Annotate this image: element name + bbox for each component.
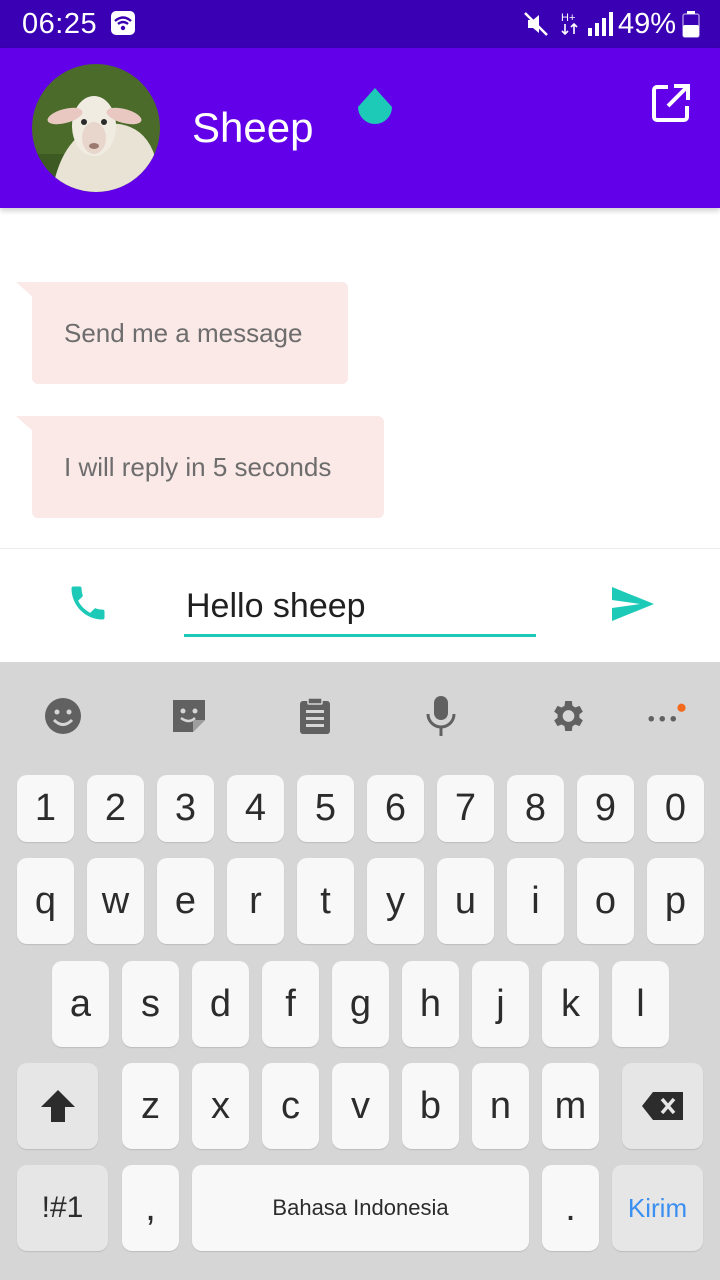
key-q[interactable]: q: [17, 858, 74, 944]
key-f[interactable]: f: [262, 961, 319, 1047]
key-u[interactable]: u: [437, 858, 494, 944]
key-n[interactable]: n: [472, 1063, 529, 1149]
emoji-icon[interactable]: [41, 694, 85, 738]
key-3[interactable]: 3: [157, 775, 214, 842]
shift-key[interactable]: [17, 1063, 98, 1149]
key-s[interactable]: s: [122, 961, 179, 1047]
key-t[interactable]: t: [297, 858, 354, 944]
microphone-icon[interactable]: [419, 694, 463, 738]
message-text: Send me a message: [64, 317, 303, 348]
svg-text:H+: H+: [561, 12, 575, 24]
send-icon[interactable]: [608, 579, 658, 629]
key-1[interactable]: 1: [17, 775, 74, 842]
key-6[interactable]: 6: [367, 775, 424, 842]
shift-icon: [40, 1090, 75, 1122]
message-composer: [0, 548, 720, 662]
signal-icon: [586, 10, 614, 43]
message-input[interactable]: [184, 585, 536, 637]
key-i[interactable]: i: [507, 858, 564, 944]
key-m[interactable]: m: [542, 1063, 599, 1149]
send-key[interactable]: Kirim: [612, 1165, 703, 1251]
key-5[interactable]: 5: [297, 775, 354, 842]
wifi-icon: [110, 10, 136, 41]
battery-percentage: 49%: [617, 8, 676, 40]
message-text: I will reply in 5 seconds: [64, 451, 332, 482]
key-8[interactable]: 8: [507, 775, 564, 842]
key-w[interactable]: w: [87, 858, 144, 944]
key-v[interactable]: v: [332, 1063, 389, 1149]
clipboard-icon[interactable]: [293, 694, 337, 738]
status-time: 06:25: [22, 8, 98, 40]
data-arrows-icon: H+: [560, 10, 580, 43]
symbols-key[interactable]: !#1: [17, 1165, 108, 1251]
key-9[interactable]: 9: [577, 775, 634, 842]
key-a[interactable]: a: [52, 961, 109, 1047]
backspace-icon: [641, 1092, 683, 1120]
key-h[interactable]: h: [402, 961, 459, 1047]
phone-icon[interactable]: [66, 581, 110, 625]
key-j[interactable]: j: [472, 961, 529, 1047]
mute-icon: [522, 10, 550, 43]
sheep-avatar[interactable]: [32, 64, 160, 192]
key-4[interactable]: 4: [227, 775, 284, 842]
key-z[interactable]: z: [122, 1063, 179, 1149]
open-in-new-icon[interactable]: [650, 82, 692, 124]
sticker-icon[interactable]: [167, 694, 211, 738]
space-key[interactable]: Bahasa Indonesia: [192, 1165, 529, 1251]
key-p[interactable]: p: [647, 858, 704, 944]
key-7[interactable]: 7: [437, 775, 494, 842]
comma-key[interactable]: ,: [122, 1165, 179, 1251]
key-o[interactable]: o: [577, 858, 634, 944]
message-bubble: I will reply in 5 seconds: [32, 416, 384, 518]
key-r[interactable]: r: [227, 858, 284, 944]
backspace-key[interactable]: [622, 1063, 703, 1149]
key-y[interactable]: y: [367, 858, 424, 944]
battery-icon: [682, 10, 700, 43]
status-bar: 06:25 H+ 49%: [0, 0, 720, 48]
key-e[interactable]: e: [157, 858, 214, 944]
key-b[interactable]: b: [402, 1063, 459, 1149]
period-key[interactable]: .: [542, 1165, 599, 1251]
page-title: Sheep: [192, 104, 314, 151]
key-d[interactable]: d: [192, 961, 249, 1047]
key-0[interactable]: 0: [647, 775, 704, 842]
message-list: Send me a message I will reply in 5 seco…: [0, 208, 720, 548]
key-c[interactable]: c: [262, 1063, 319, 1149]
settings-icon[interactable]: [545, 694, 589, 738]
key-k[interactable]: k: [542, 961, 599, 1047]
text-cursor-handle[interactable]: [356, 88, 394, 128]
key-g[interactable]: g: [332, 961, 389, 1047]
message-bubble: Send me a message: [32, 282, 348, 384]
more-icon[interactable]: [643, 694, 687, 738]
keyboard: 1 2 3 4 5 6 7 8 9 0 q w e r t y u i o p …: [0, 662, 720, 1280]
key-2[interactable]: 2: [87, 775, 144, 842]
key-l[interactable]: l: [612, 961, 669, 1047]
key-x[interactable]: x: [192, 1063, 249, 1149]
